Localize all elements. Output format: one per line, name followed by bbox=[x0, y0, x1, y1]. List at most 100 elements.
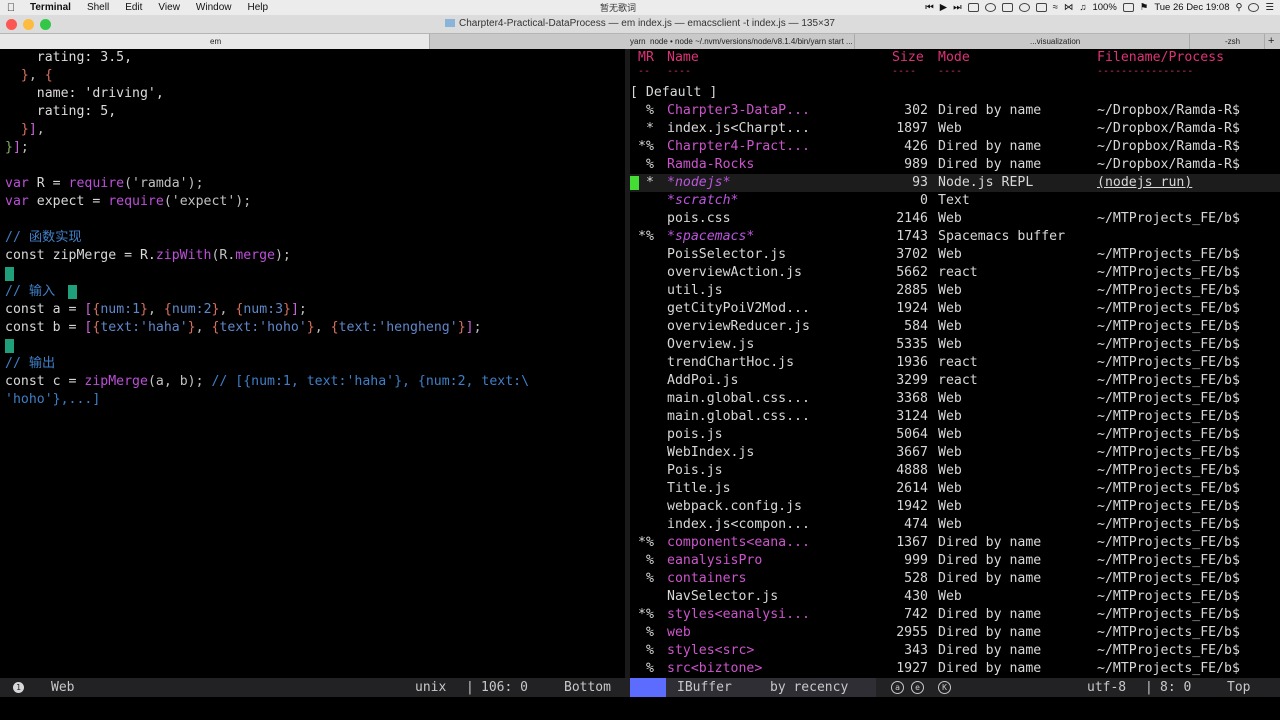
file-encoding[interactable]: utf-8 bbox=[1087, 678, 1126, 697]
col-header-mode[interactable]: Mode bbox=[938, 49, 970, 67]
menu-list-icon[interactable]: ☰ bbox=[1265, 2, 1274, 13]
code-line[interactable]: rating: 5, bbox=[5, 103, 116, 121]
code-token: ); bbox=[274, 248, 291, 263]
sort-order[interactable]: by recency bbox=[770, 678, 848, 697]
clock-icon[interactable] bbox=[1018, 3, 1030, 12]
tab-zsh[interactable]: -zsh bbox=[1190, 34, 1265, 49]
play-icon[interactable]: ▶ bbox=[940, 2, 947, 13]
code-line[interactable]: const b = [{text:'haha'}, {text:'hoho'},… bbox=[5, 319, 482, 337]
buffer-row[interactable]: trendChartHoc.js 1936 react ~/MTProjects_FE… bbox=[630, 354, 1280, 372]
buffer-row[interactable]: util.js 2885 Web ~/MTProjects_FE/b$ bbox=[630, 282, 1280, 300]
code-line[interactable]: rating: 3.5, bbox=[5, 49, 132, 67]
minor-mode-a-icon[interactable]: a bbox=[891, 681, 904, 694]
code-line[interactable]: // 输入 bbox=[5, 283, 55, 301]
code-line[interactable]: name: 'driving', bbox=[5, 85, 164, 103]
clock-text[interactable]: Tue 26 Dec 19:08 bbox=[1154, 2, 1229, 13]
buffer-row[interactable]: *% components<eana... 1367 Dired by name ~/M… bbox=[630, 534, 1280, 552]
code-line[interactable]: 'hoho'},...] bbox=[5, 391, 100, 409]
menu-view[interactable]: View bbox=[150, 2, 188, 13]
tab-visualization[interactable]: ...visualization bbox=[855, 34, 1190, 49]
buffer-row[interactable]: *scratch* 0 Text bbox=[630, 192, 1280, 210]
buffer-row[interactable]: % eanalysisPro 999 Dired by name ~/MTProject… bbox=[630, 552, 1280, 570]
menu-help[interactable]: Help bbox=[240, 2, 277, 13]
screen-icon[interactable] bbox=[1001, 3, 1013, 12]
code-editor[interactable]: rating: 3.5, }, { name: 'driving', ratin… bbox=[0, 49, 625, 678]
code-line[interactable]: }], bbox=[5, 121, 45, 139]
buffer-row[interactable]: Pois.js 4888 Web ~/MTProjects_FE/b$ bbox=[630, 462, 1280, 480]
buffer-row[interactable]: * index.js<Charpt... 1897 Web ~/Dropbox/Ramd… bbox=[630, 120, 1280, 138]
code-line[interactable]: var R = require('ramda'); bbox=[5, 175, 204, 193]
wifi-icon[interactable]: ≈ bbox=[1053, 2, 1058, 13]
buffer-row[interactable]: *% Charpter4-Pract... 426 Dired by name ~/Dr… bbox=[630, 138, 1280, 156]
menu-edit[interactable]: Edit bbox=[117, 2, 150, 13]
code-line[interactable]: // 输出 bbox=[5, 355, 55, 373]
tab-yarn[interactable]: yarn node • node ~/.nvm/versions/node/v8… bbox=[430, 34, 855, 49]
buffer-row[interactable]: pois.js 5064 Web ~/MTProjects_FE/b$ bbox=[630, 426, 1280, 444]
menu-window[interactable]: Window bbox=[188, 2, 240, 13]
buffer-row[interactable]: Title.js 2614 Web ~/MTProjects_FE/b$ bbox=[630, 480, 1280, 498]
battery-icon[interactable] bbox=[1122, 3, 1134, 12]
buffer-row[interactable]: % web 2955 Dired by name ~/MTProjects_FE/b$ bbox=[630, 624, 1280, 642]
code-line[interactable]: var expect = require('expect'); bbox=[5, 193, 251, 211]
buffer-row[interactable]: % Ramda-Rocks 989 Dired by name ~/Dropbox/Ra… bbox=[630, 156, 1280, 174]
major-mode[interactable]: Web bbox=[51, 678, 74, 697]
buffer-row[interactable]: AddPoi.js 3299 react ~/MTProjects_FE/b$ bbox=[630, 372, 1280, 390]
app-status-icon[interactable] bbox=[967, 3, 979, 12]
ibuffer-list[interactable]: MR Name Size Mode Filename/Process -- --… bbox=[630, 49, 1280, 678]
buffer-row[interactable]: *% *spacemacs* 1743 Spacemacs buffer bbox=[630, 228, 1280, 246]
buffer-row[interactable]: NavSelector.js 430 Web ~/MTProjects_FE/b$ bbox=[630, 588, 1280, 606]
buffer-row[interactable]: main.global.css... 3368 Web ~/MTProjects_FE… bbox=[630, 390, 1280, 408]
col-header-size[interactable]: Size bbox=[892, 49, 924, 67]
code-line[interactable]: }]; bbox=[5, 139, 29, 157]
line-ending[interactable]: unix bbox=[415, 678, 446, 697]
buffer-row[interactable]: *% styles<eanalysi... 742 Dired by name ~/MT… bbox=[630, 606, 1280, 624]
bluetooth-icon[interactable]: ⋈ bbox=[1064, 2, 1074, 13]
col-header-mr[interactable]: MR bbox=[638, 49, 654, 67]
apple-icon[interactable]:  bbox=[0, 2, 22, 14]
buffer-row[interactable]: pois.css 2146 Web ~/MTProjects_FE/b$ bbox=[630, 210, 1280, 228]
user-icon[interactable] bbox=[1248, 3, 1260, 12]
battery-percent[interactable]: 100% bbox=[1092, 2, 1116, 13]
buffer-row[interactable]: % containers 528 Dired by name ~/MTProjects_… bbox=[630, 570, 1280, 588]
buffer-row[interactable]: * *nodejs* 93 Node.js REPL (nodejs run) bbox=[630, 174, 1280, 192]
buffer-row[interactable]: getCityPoiV2Mod... 1924 Web ~/MTProjects_FE… bbox=[630, 300, 1280, 318]
display-icon[interactable] bbox=[1035, 3, 1047, 12]
buffer-row[interactable]: webpack.config.js 1942 Web ~/MTProjects_FE/… bbox=[630, 498, 1280, 516]
tab-em[interactable]: em bbox=[0, 34, 430, 49]
buffer-row[interactable]: index.js<compon... 474 Web ~/MTProjects_FE/… bbox=[630, 516, 1280, 534]
search-icon[interactable]: ⚲ bbox=[1236, 2, 1243, 13]
window-number-badge[interactable]: 1 bbox=[13, 682, 24, 693]
forward-icon[interactable]: ⏭ bbox=[953, 2, 962, 13]
menu-app-terminal[interactable]: Terminal bbox=[22, 2, 79, 13]
menu-shell[interactable]: Shell bbox=[79, 2, 117, 13]
col-header-filename[interactable]: Filename/Process bbox=[1097, 49, 1224, 67]
new-tab-button[interactable]: + bbox=[1265, 34, 1280, 49]
code-line[interactable]: }, { bbox=[5, 67, 53, 85]
minor-mode-k-icon[interactable]: K bbox=[938, 681, 951, 694]
buffer-row[interactable]: overviewAction.js 5662 react ~/MTProjects_F… bbox=[630, 264, 1280, 282]
buffer-row[interactable]: % src<biztone> 1927 Dired by name ~/MTProjec… bbox=[630, 660, 1280, 678]
buffer-row[interactable]: % Charpter3-DataP... 302 Dired by name ~/Dro… bbox=[630, 102, 1280, 120]
code-line[interactable]: const a = [{num:1}, {num:2}, {num:3}]; bbox=[5, 301, 307, 319]
cloud-icon[interactable] bbox=[984, 3, 996, 12]
code-line[interactable]: // 函数实现 bbox=[5, 229, 82, 247]
code-token: // 输出 bbox=[5, 356, 56, 371]
buffer-row[interactable]: Overview.js 5335 Web ~/MTProjects_FE/b$ bbox=[630, 336, 1280, 354]
rewind-icon[interactable]: ⏮ bbox=[925, 2, 934, 13]
code-line[interactable]: const c = zipMerge(a, b); // [{num:1, te… bbox=[5, 373, 529, 391]
buffer-size: 2955 bbox=[896, 625, 928, 640]
minor-mode-e-icon[interactable]: e bbox=[911, 681, 924, 694]
echo-area[interactable] bbox=[0, 697, 1280, 720]
buffer-row[interactable]: main.global.css... 3124 Web ~/MTProjects_FE… bbox=[630, 408, 1280, 426]
buffer-name[interactable]: IBuffer bbox=[677, 678, 732, 697]
buffer-row[interactable]: PoisSelector.js 3702 Web ~/MTProjects_FE/b$ bbox=[630, 246, 1280, 264]
buffer-row[interactable]: overviewReducer.js 584 Web ~/MTProjects_FE/… bbox=[630, 318, 1280, 336]
flag-icon[interactable]: ⚑ bbox=[1140, 2, 1149, 13]
code-line[interactable]: const zipMerge = R.zipWith(R.merge); bbox=[5, 247, 291, 265]
col-header-name[interactable]: Name bbox=[667, 49, 699, 67]
buffer-row[interactable]: WebIndex.js 3667 Web ~/MTProjects_FE/b$ bbox=[630, 444, 1280, 462]
buffer-row[interactable]: % styles<src> 343 Dired by name ~/MTProjects… bbox=[630, 642, 1280, 660]
group-default[interactable]: [ Default ] bbox=[630, 84, 717, 102]
lyrics-status[interactable]: 暂无歌词 bbox=[600, 1, 636, 14]
volume-icon[interactable]: ♫ bbox=[1079, 2, 1086, 13]
